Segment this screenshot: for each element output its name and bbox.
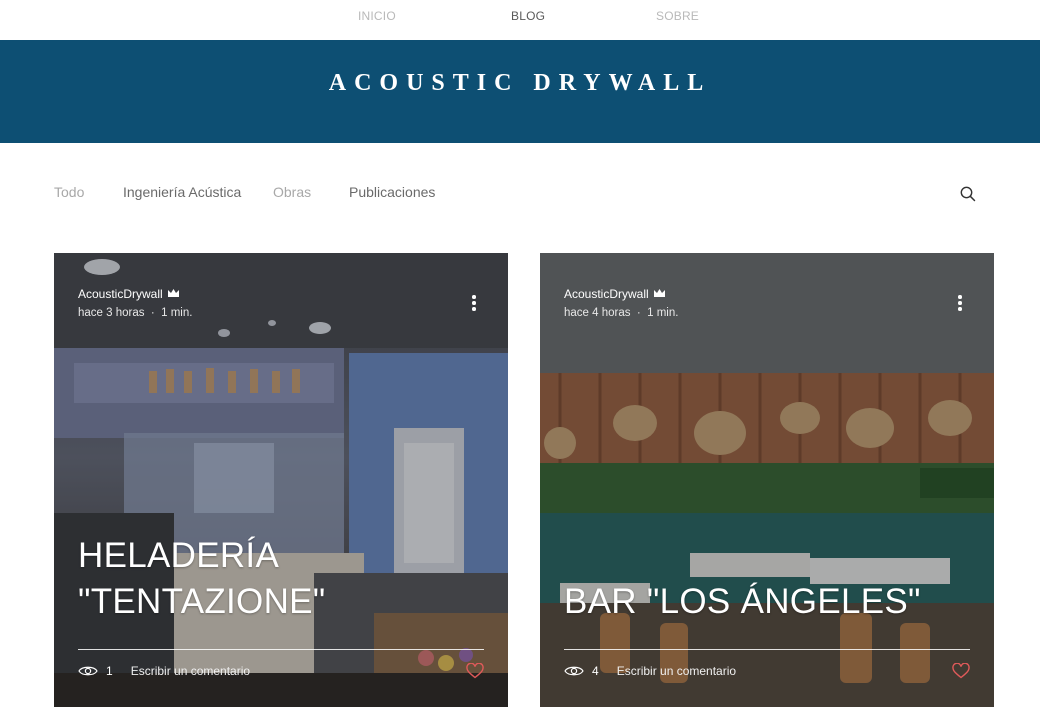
category-todo[interactable]: Todo: [54, 184, 84, 200]
image-overlay: [540, 253, 994, 707]
write-comment-link[interactable]: Escribir un comentario: [617, 664, 736, 678]
nav-link-inicio[interactable]: INICIO: [358, 9, 396, 23]
post-card[interactable]: AcousticDrywall hace 4 horas · 1 min. BA…: [540, 253, 994, 707]
post-meta: AcousticDrywall hace 3 horas · 1 min.: [78, 287, 192, 319]
nav-link-sobre[interactable]: SOBRE: [656, 9, 699, 23]
eye-icon: [78, 666, 98, 676]
author-name[interactable]: AcousticDrywall: [564, 287, 649, 301]
category-publicaciones[interactable]: Publicaciones: [349, 184, 435, 200]
heart-icon[interactable]: [952, 662, 970, 679]
divider: [564, 649, 970, 650]
read-time: 1 min.: [161, 307, 193, 319]
post-title-line: BAR "LOS ÁNGELES": [564, 582, 921, 621]
nav-link-blog[interactable]: BLOG: [511, 9, 545, 23]
author-name[interactable]: AcousticDrywall: [78, 287, 163, 301]
view-count: 1: [78, 664, 113, 678]
write-comment-link[interactable]: Escribir un comentario: [131, 664, 250, 678]
image-overlay: [54, 253, 508, 707]
post-card[interactable]: AcousticDrywall hace 3 horas · 1 min. HE…: [54, 253, 508, 707]
top-navigation: INICIO BLOG SOBRE: [0, 0, 1040, 40]
meta-separator: ·: [147, 307, 158, 319]
post-time: hace 3 horas: [78, 307, 145, 319]
read-time: 1 min.: [647, 307, 679, 319]
search-icon[interactable]: [959, 185, 977, 203]
more-options-icon[interactable]: [472, 295, 476, 311]
category-ingenieria-acustica[interactable]: Ingeniería Acústica: [123, 184, 241, 200]
post-footer: 1 Escribir un comentario: [78, 661, 484, 681]
divider: [78, 649, 484, 650]
category-obras[interactable]: Obras: [273, 184, 311, 200]
post-meta: AcousticDrywall hace 4 horas · 1 min.: [564, 287, 678, 319]
post-title[interactable]: HELADERÍA "TENTAZIONE": [78, 533, 484, 625]
meta-separator: ·: [633, 307, 644, 319]
site-title: ACOUSTIC DRYWALL: [328, 70, 712, 96]
site-banner: ACOUSTIC DRYWALL: [0, 40, 1040, 143]
post-footer: 4 Escribir un comentario: [564, 661, 970, 681]
crown-icon: [653, 287, 666, 301]
heart-icon[interactable]: [466, 662, 484, 679]
view-count: 4: [564, 664, 599, 678]
view-count-value: 4: [592, 664, 599, 678]
post-title[interactable]: BAR "LOS ÁNGELES": [564, 579, 970, 625]
post-time: hace 4 horas: [564, 307, 631, 319]
more-options-icon[interactable]: [958, 295, 962, 311]
view-count-value: 1: [106, 664, 113, 678]
crown-icon: [167, 287, 180, 301]
post-title-line: HELADERÍA: [78, 536, 280, 575]
post-title-line: "TENTAZIONE": [78, 582, 326, 621]
eye-icon: [564, 666, 584, 676]
